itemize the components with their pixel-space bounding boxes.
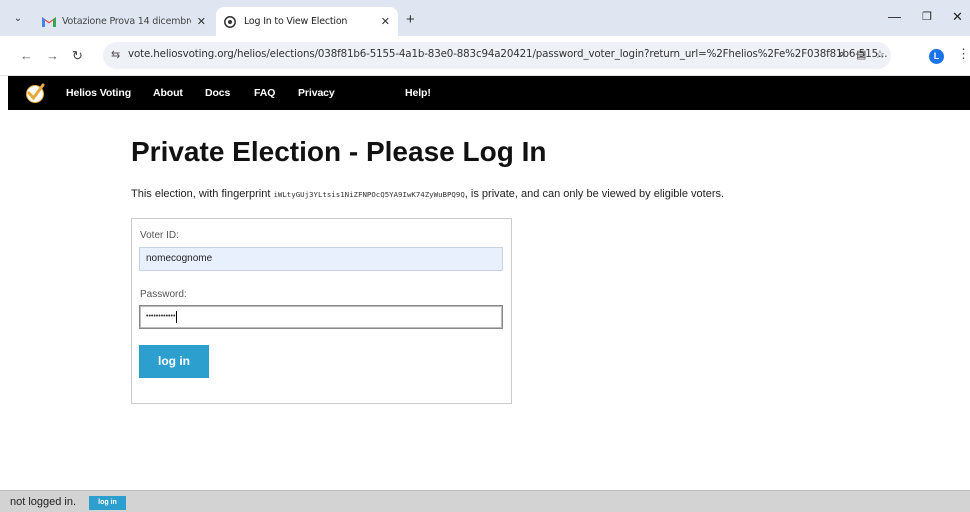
restore-icon[interactable]: ❐ [922,10,932,23]
browser-menu-icon[interactable]: ⋮ [957,46,970,62]
nav-brand-link[interactable]: Helios Voting [66,87,131,99]
nav-docs-link[interactable]: Docs [205,87,230,99]
reload-icon[interactable]: ↻ [72,48,83,64]
url-text: vote.heliosvoting.org/helios/elections/0… [128,48,888,60]
translate-icon[interactable]: ▤ [856,48,866,61]
bookmark-star-icon[interactable]: ☆ [875,48,885,61]
close-tab-icon[interactable]: ✕ [197,15,206,28]
tab-search-icon[interactable]: ⌄ [10,11,26,27]
window-close-icon[interactable]: ✕ [952,9,963,25]
tab-log-in-election[interactable]: Log In to View Election ✕ [216,7,398,36]
page-title: Private Election - Please Log In [131,136,547,167]
helios-logo-icon[interactable] [24,82,46,104]
intro-text-before: This election, with fingerprint [131,188,274,200]
voter-id-input[interactable]: nomecognome [139,247,503,271]
password-key-icon[interactable]: ⚬ [837,48,846,61]
nav-about-link[interactable]: About [153,87,183,99]
forward-icon[interactable]: → [46,48,59,63]
new-tab-icon[interactable]: + [406,11,415,28]
password-masked-value: •••••••••••• [146,313,176,320]
helios-favicon-icon [224,15,238,28]
nav-faq-link[interactable]: FAQ [254,87,275,99]
text-caret [176,311,178,323]
footer-bar: not logged in. log in [0,490,970,512]
tab-strip: ⌄ Votazione Prova 14 dicembre 2 ✕ Log In… [0,0,970,36]
site-nav-bar: Helios Voting About Docs FAQ Privacy Hel… [8,76,970,110]
tab-title: Log In to View Election [244,16,348,27]
footer-log-in-button[interactable]: log in [89,496,126,510]
tab-title: Votazione Prova 14 dicembre 2 [62,16,191,27]
back-icon[interactable]: ← [20,48,33,63]
gmail-icon [42,16,56,28]
nav-help-link[interactable]: Help! [405,87,431,99]
password-input[interactable]: •••••••••••• [139,305,503,329]
login-status-text: not logged in. [10,496,77,508]
tab-gmail[interactable]: Votazione Prova 14 dicembre 2 ✕ [34,7,214,36]
browser-toolbar: ← → ↻ ⇆ vote.heliosvoting.org/helios/ele… [0,36,970,76]
password-label: Password: [140,289,187,300]
log-in-button[interactable]: log in [139,345,209,378]
intro-text-after: , is private, and can only be viewed by … [464,188,725,200]
profile-avatar[interactable]: L [929,49,944,64]
close-tab-icon[interactable]: ✕ [381,15,390,28]
address-bar[interactable]: ⇆ vote.heliosvoting.org/helios/elections… [103,42,891,69]
nav-privacy-link[interactable]: Privacy [298,87,335,99]
site-info-icon[interactable]: ⇆ [111,48,120,61]
minimize-icon[interactable]: — [888,9,901,24]
login-form: Voter ID: nomecognome Password: ••••••••… [131,218,512,404]
election-intro: This election, with fingerprint iWLtyGUj… [131,188,724,200]
voter-id-label: Voter ID: [140,230,179,241]
election-fingerprint: iWLtyGUj3YLtsis1NiZFNPOcQ5YA9IwK74ZyWuBP… [273,190,465,199]
